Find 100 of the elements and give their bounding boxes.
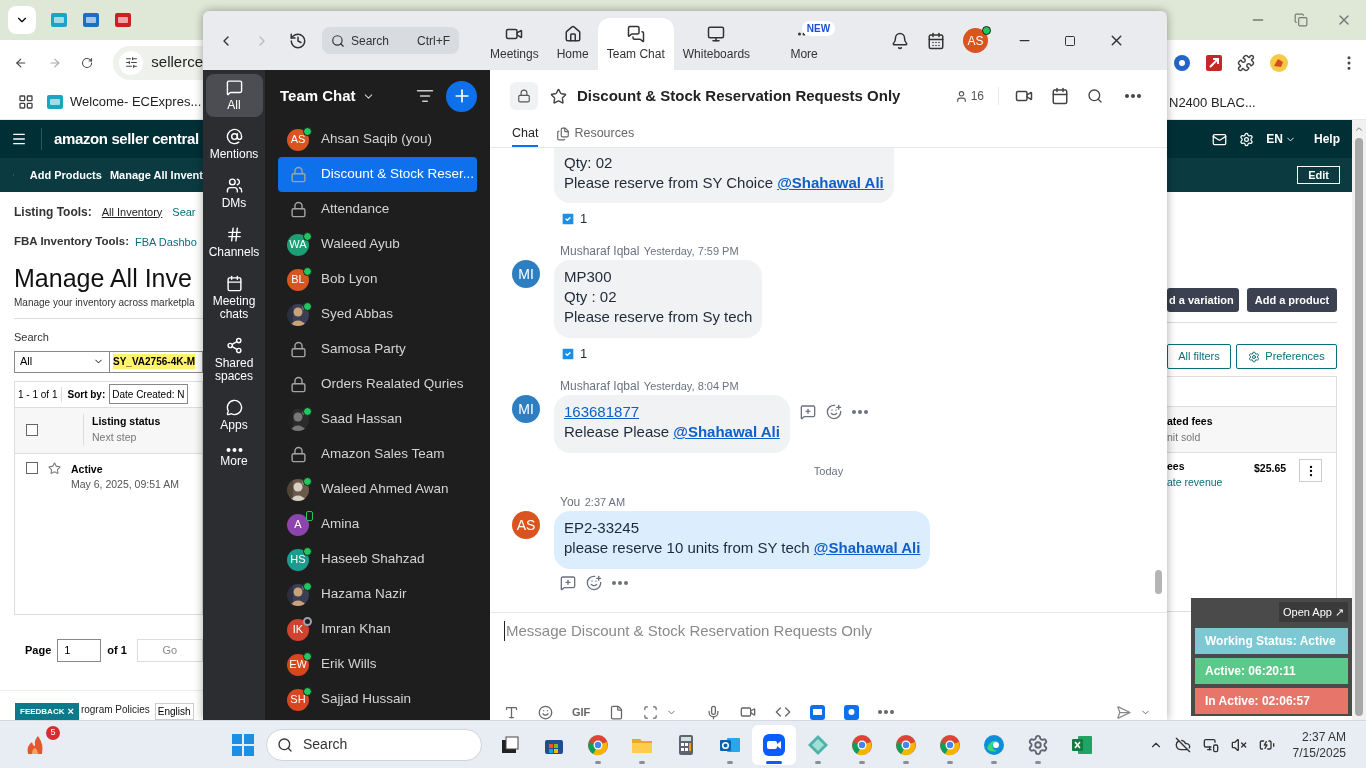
add-reaction-icon[interactable] <box>825 404 842 420</box>
mention-link[interactable]: @Shahawal Ali <box>673 423 780 440</box>
cloud-off-icon[interactable] <box>1174 736 1191 753</box>
emoji-icon[interactable] <box>538 704 553 720</box>
more-icon[interactable] <box>1124 94 1142 98</box>
search-field[interactable]: Search Ctrl+F <box>322 27 459 54</box>
sidebar-tab[interactable]: Channels <box>205 221 263 264</box>
help-link[interactable]: Help <box>1314 130 1340 148</box>
nav-tab[interactable]: Home <box>547 18 598 70</box>
address-field[interactable]: sellerce <box>113 45 203 80</box>
nav-link[interactable]: Add Products <box>29 166 102 184</box>
sidebar-tab[interactable]: More <box>205 443 263 473</box>
footer-link[interactable]: rogram Policies <box>80 702 150 720</box>
calendar-icon[interactable] <box>1051 87 1069 105</box>
chat-list-item[interactable]: AS Ahsan Saqib (you) <box>278 122 477 157</box>
taskbar-search-field[interactable]: Search <box>266 728 482 761</box>
site-favicon-icon[interactable] <box>114 11 132 29</box>
chat-list-item[interactable]: Discount & Stock Reser... <box>278 157 477 192</box>
more-icon[interactable] <box>851 410 868 414</box>
app-icon[interactable] <box>810 704 826 720</box>
settings-icon[interactable] <box>1239 131 1255 147</box>
feedback-tab[interactable]: FEEDBACK × <box>15 703 79 720</box>
language-select[interactable]: English <box>154 703 194 720</box>
sidebar-tab[interactable]: Shared spaces <box>205 332 263 388</box>
add-variation-button[interactable]: d a variation <box>1167 288 1239 312</box>
nav-tab[interactable]: NEW More <box>759 18 850 70</box>
open-app-button[interactable]: Open App ↗ <box>1279 602 1348 622</box>
language-button[interactable]: EN <box>1266 130 1296 148</box>
more-icon[interactable] <box>612 581 628 585</box>
chat-list-item[interactable]: Syed Abbas <box>278 297 477 332</box>
reaction-button[interactable]: 1 <box>554 210 594 228</box>
scrollbar-thumb[interactable] <box>1355 138 1363 716</box>
new-chat-button[interactable] <box>446 80 477 112</box>
chat-list-item[interactable]: Hazama Nazir <box>278 577 477 612</box>
restore-icon[interactable] <box>1294 13 1308 27</box>
chat-list-item[interactable]: EW Erik Wills <box>278 647 477 682</box>
members-button[interactable]: 16 <box>954 87 999 105</box>
bookmark-link[interactable]: N2400 BLAC... <box>1169 95 1256 110</box>
chat-list-item[interactable]: SH Sajjad Hussain <box>278 682 477 717</box>
edit-button[interactable]: Edit <box>1297 166 1340 184</box>
channel-tab[interactable]: Chat <box>512 122 539 147</box>
send-icon[interactable] <box>1116 704 1131 720</box>
nav-link[interactable]: Manage All Invent <box>109 166 203 184</box>
code-icon[interactable] <box>775 704 792 720</box>
search-icon[interactable] <box>1087 88 1103 104</box>
clock[interactable]: 2:37 AM 7/15/2025 <box>1292 728 1346 761</box>
chat-list-item[interactable]: Saad Hassan <box>278 402 477 437</box>
sidebar-tab[interactable]: DMs <box>205 172 263 215</box>
sort-select[interactable]: Date Created: N <box>109 384 188 404</box>
tools-link[interactable]: FBA Dashbo <box>135 233 197 251</box>
notification-bell-icon[interactable] <box>891 31 910 50</box>
start-icon[interactable] <box>232 733 254 756</box>
preferences-button[interactable]: Preferences <box>1236 344 1337 369</box>
bookmark-link[interactable]: Welcome- ECExpres... <box>46 92 202 112</box>
chat-list-item[interactable]: IK Imran Khan <box>278 612 477 647</box>
mention-link[interactable]: @Shahawal Ali <box>777 174 884 191</box>
revenue-link[interactable]: ate revenue <box>1167 474 1254 491</box>
reply-icon[interactable] <box>799 404 816 420</box>
sidebar-tab[interactable]: All <box>205 74 263 117</box>
app-icon[interactable] <box>844 704 860 720</box>
chat-list-item[interactable]: HS Haseeb Shahzad <box>278 542 477 577</box>
channel-tab[interactable]: Resources <box>556 122 635 147</box>
extension-icon[interactable] <box>1205 53 1223 72</box>
sidebar-tab[interactable]: Mentions <box>205 123 263 166</box>
mail-icon[interactable] <box>1212 131 1228 147</box>
reaction-button[interactable]: 1 <box>554 345 594 363</box>
gif-button[interactable]: GIF <box>572 703 591 720</box>
nav-tab[interactable]: Team Chat <box>597 18 674 70</box>
profile-avatar[interactable]: AS <box>963 28 989 53</box>
tools-link[interactable]: Sear <box>172 203 196 221</box>
checkbox[interactable] <box>26 461 38 474</box>
filter-icon[interactable] <box>416 87 434 105</box>
message-field[interactable]: Message Discount & Stock Reservation Requests Only <box>504 621 1153 641</box>
chat-list-item[interactable]: Attendance <box>278 192 477 227</box>
checkbox[interactable] <box>26 424 38 436</box>
close-icon[interactable]: × <box>67 703 74 720</box>
add-product-button[interactable]: Add a product <box>1247 288 1337 312</box>
profile-icon[interactable] <box>1269 52 1289 73</box>
microphone-icon[interactable] <box>706 704 722 720</box>
screenshot-icon[interactable] <box>643 704 659 720</box>
sidebar-tab[interactable]: Meeting chats <box>205 270 263 326</box>
menu-icon[interactable] <box>11 131 27 147</box>
mention-link[interactable]: @Shahawal Ali <box>813 539 921 556</box>
search-input[interactable]: SY_VA2756-4K-M <box>110 350 203 373</box>
reply-icon[interactable] <box>560 575 576 591</box>
chat-list-item[interactable]: Samosa Party <box>278 332 477 367</box>
star-icon[interactable] <box>550 87 567 105</box>
chat-list-item[interactable]: Waleed Ahmed Awan <box>278 472 477 507</box>
page-field[interactable]: 1 <box>57 638 102 662</box>
history-icon[interactable] <box>289 31 307 50</box>
message-link[interactable]: 163681877 <box>564 402 780 422</box>
nav-tab[interactable]: Meetings <box>481 18 548 70</box>
video-clip-icon[interactable] <box>740 704 757 720</box>
star-icon[interactable] <box>48 461 61 475</box>
maximize-icon[interactable] <box>1064 34 1077 47</box>
chat-list-item[interactable]: A Amina <box>278 507 477 542</box>
filters-button[interactable]: All filters <box>1167 344 1231 369</box>
muted-speaker-icon[interactable] <box>1230 736 1247 753</box>
calendar-icon[interactable] <box>927 31 946 50</box>
chat-list-item[interactable]: Orders Realated Quries <box>278 367 477 402</box>
